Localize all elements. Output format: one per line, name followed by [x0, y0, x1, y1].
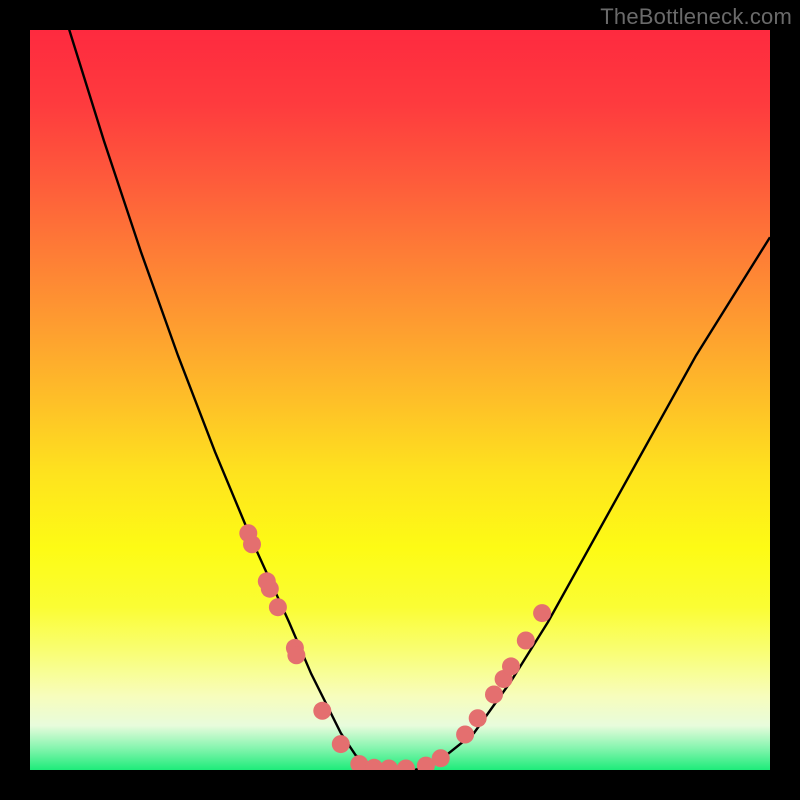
data-marker	[287, 646, 305, 664]
data-marker	[517, 632, 535, 650]
data-marker	[432, 749, 450, 767]
data-marker	[243, 535, 261, 553]
curve-layer	[30, 30, 770, 770]
data-marker	[313, 702, 331, 720]
data-marker	[469, 709, 487, 727]
data-markers	[239, 524, 551, 770]
curve-path	[30, 30, 770, 770]
data-marker	[261, 580, 279, 598]
data-marker	[456, 726, 474, 744]
chart-frame: TheBottleneck.com	[0, 0, 800, 800]
bottleneck-curve	[30, 30, 770, 770]
data-marker	[533, 604, 551, 622]
data-marker	[502, 657, 520, 675]
data-marker	[397, 760, 415, 771]
data-marker	[269, 598, 287, 616]
data-marker	[485, 686, 503, 704]
plot-area	[30, 30, 770, 770]
data-marker	[380, 760, 398, 771]
data-marker	[332, 735, 350, 753]
watermark-text: TheBottleneck.com	[600, 4, 792, 30]
